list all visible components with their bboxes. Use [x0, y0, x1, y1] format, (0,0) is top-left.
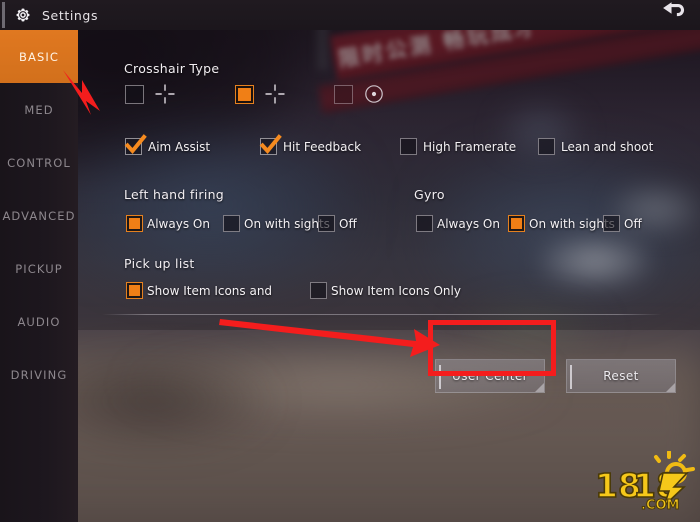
pickup-show-icons-and-checkbox[interactable] [126, 282, 143, 299]
crosshair-plus-icon [153, 82, 177, 106]
high-framerate-checkbox[interactable] [400, 138, 417, 155]
sidebar-item-control[interactable]: CONTROL [0, 136, 78, 189]
pickup-list-label: Pick up list [124, 256, 195, 271]
sidebar-item-label: CONTROL [7, 155, 71, 170]
lean-and-shoot-label: Lean and shoot [561, 139, 654, 154]
left-hand-off-label: Off [339, 216, 357, 231]
crosshair-checkbox-3[interactable] [334, 84, 353, 104]
check-icon [258, 132, 283, 157]
gyro-off-checkbox[interactable] [603, 215, 620, 232]
left-hand-always-on-label: Always On [147, 216, 210, 231]
pickup-show-icons-only-checkbox[interactable] [310, 282, 327, 299]
sidebar-item-advanced[interactable]: ADVANCED [0, 189, 78, 242]
sidebar-item-label: AUDIO [17, 314, 61, 329]
aim-assist-label: Aim Assist [148, 139, 211, 154]
lean-and-shoot-checkbox[interactable] [538, 138, 555, 155]
sidebar-item-label: PICKUP [15, 261, 63, 276]
sidebar-item-label: DRIVING [10, 367, 68, 382]
left-hand-on-with-sights-checkbox[interactable] [223, 215, 240, 232]
annotation-highlight-box [428, 320, 556, 376]
pickup-option-show-item-icons-and[interactable]: Show Item Icons and [126, 282, 272, 299]
toggle-aim-assist[interactable]: Aim Assist [124, 134, 211, 155]
sidebar-item-label: BASIC [19, 49, 59, 64]
sidebar-item-label: ADVANCED [2, 208, 76, 223]
gyro-option-on-with-sights[interactable]: On with sights [508, 215, 615, 232]
crosshair-dot-circle-icon [362, 82, 386, 106]
toggle-lean-and-shoot[interactable]: Lean and shoot [538, 138, 653, 155]
back-button[interactable] [656, 1, 690, 30]
reset-button[interactable]: Reset [566, 359, 676, 393]
annotation-arrow-user-center [218, 315, 443, 366]
gyro-label: Gyro [414, 187, 445, 202]
titlebar-accent-bar [2, 2, 5, 28]
hit-feedback-checkbox[interactable] [259, 134, 282, 155]
crosshair-plus-icon [263, 82, 287, 106]
reset-button-label: Reset [603, 369, 639, 383]
watermark-suffix: .COM [641, 498, 679, 513]
left-hand-firing-option-off[interactable]: Off [318, 215, 357, 232]
toggle-high-framerate[interactable]: High Framerate [400, 138, 516, 155]
check-icon [123, 132, 148, 157]
toggle-hit-feedback[interactable]: Hit Feedback [259, 134, 362, 155]
annotation-arrow-basic [60, 68, 140, 133]
settings-content: Crosshair Type Aim Assist Hit Feedback H… [78, 30, 700, 522]
sidebar-item-label: MED [24, 102, 54, 117]
aim-assist-checkbox[interactable] [124, 134, 147, 155]
sidebar-item-audio[interactable]: AUDIO [0, 295, 78, 348]
crosshair-option-2[interactable] [235, 82, 287, 106]
gyro-always-on-checkbox[interactable] [416, 215, 433, 232]
gyro-off-label: Off [624, 216, 642, 231]
left-hand-firing-option-on-with-sights[interactable]: On with sights [223, 215, 330, 232]
pickup-show-icons-only-label: Show Item Icons Only [331, 283, 461, 298]
left-hand-firing-option-always-on[interactable]: Always On [126, 215, 210, 232]
gyro-on-with-sights-checkbox[interactable] [508, 215, 525, 232]
left-hand-off-checkbox[interactable] [318, 215, 335, 232]
left-hand-firing-label: Left hand firing [124, 187, 225, 202]
gear-icon [14, 6, 32, 24]
sidebar-item-pickup[interactable]: PICKUP [0, 242, 78, 295]
gyro-option-always-on[interactable]: Always On [416, 215, 500, 232]
hit-feedback-label: Hit Feedback [283, 139, 362, 154]
pickup-show-icons-and-label: Show Item Icons and [147, 283, 273, 298]
watermark-18183: 18 18 .COM [591, 450, 696, 518]
pickup-option-show-item-icons-only[interactable]: Show Item Icons Only [310, 282, 461, 299]
left-hand-always-on-checkbox[interactable] [126, 215, 143, 232]
back-arrow-icon [659, 1, 687, 30]
titlebar: Settings [0, 0, 700, 30]
gyro-always-on-label: Always On [437, 216, 500, 231]
gyro-option-off[interactable]: Off [603, 215, 642, 232]
sidebar-item-driving[interactable]: DRIVING [0, 348, 78, 401]
page-title: Settings [42, 7, 99, 23]
high-framerate-label: High Framerate [423, 139, 517, 154]
crosshair-option-3[interactable] [334, 82, 386, 106]
crosshair-checkbox-2[interactable] [235, 84, 254, 104]
